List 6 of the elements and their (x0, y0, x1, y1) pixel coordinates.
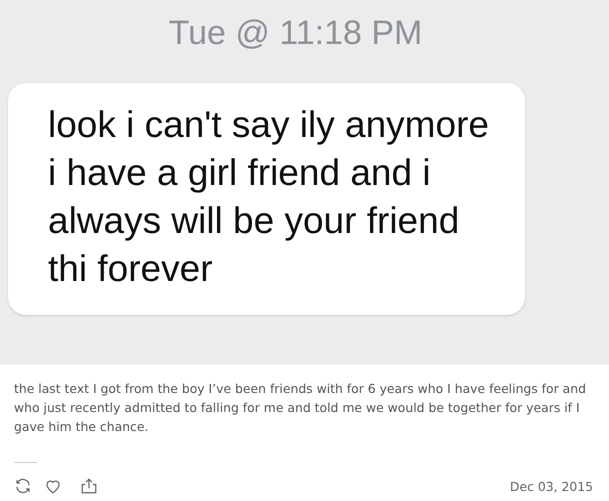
timestamp: Tue @ 11:18 PM (168, 14, 422, 53)
post-caption: the last text I got from the boy I’ve been friends with for 6 years who I have feelings for and who just recently admitted to falling for me and told me we would be together for years if I gave him the chance. (13, 380, 587, 436)
reblog-icon[interactable] (14, 477, 32, 495)
share-icon[interactable] (80, 477, 98, 495)
message-bubble: look i can't say ily anymore i have a girl friend and i always will be your friend thi forever (8, 83, 525, 315)
post-date: Dec 03, 2015 (510, 478, 593, 494)
